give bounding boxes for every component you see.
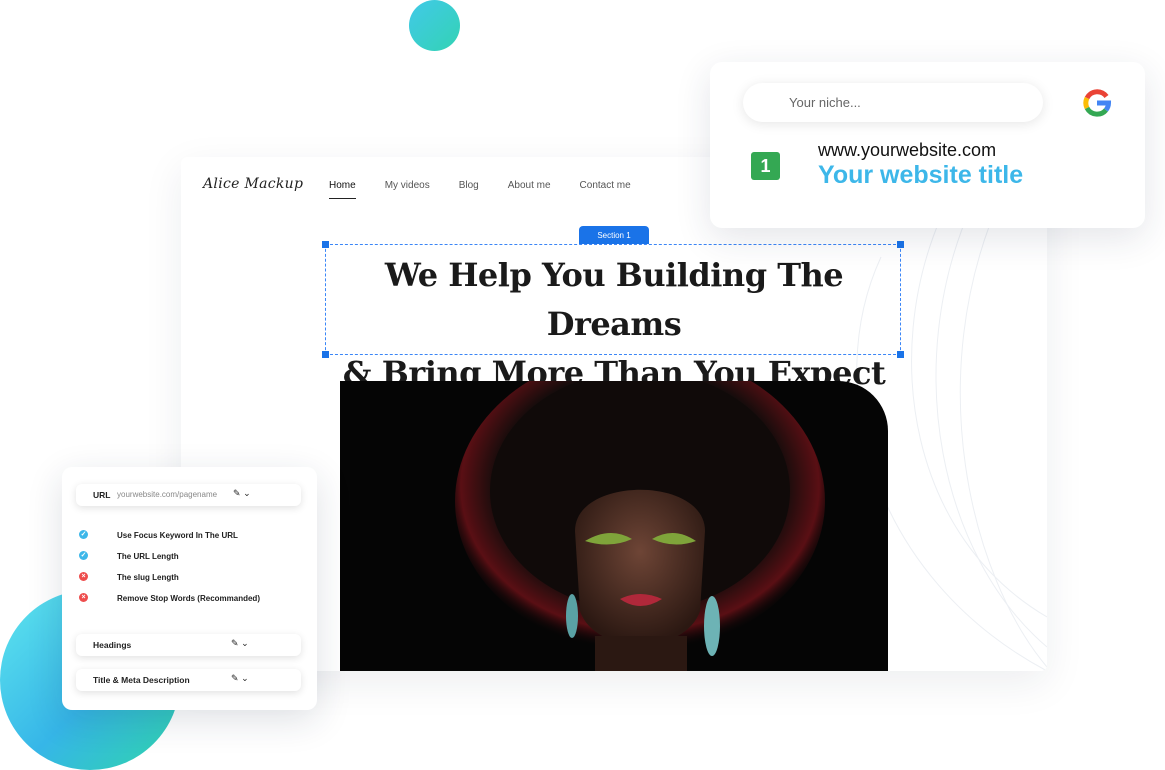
chevron-down-icon[interactable]: ⌄: [241, 673, 249, 683]
headings-field-tools: ✎ ⌄: [231, 638, 249, 649]
resize-handle-top-right[interactable]: [897, 241, 904, 248]
nav-home[interactable]: Home: [329, 180, 356, 199]
site-nav: Home My videos Blog About me Contact me: [329, 180, 631, 199]
seo-checklist-panel: URL yourwebsite.com/pagename ✎ ⌄ ✓ Use F…: [62, 467, 317, 710]
headings-label: Headings: [93, 640, 132, 650]
serp-result-title[interactable]: Your website title: [818, 161, 1023, 190]
serp-search-bar[interactable]: Your niche...: [743, 83, 1043, 122]
hero-portrait-image: [340, 381, 888, 671]
chevron-down-icon[interactable]: ⌄: [243, 488, 251, 498]
meta-description-label: Title & Meta Description: [93, 675, 190, 685]
headline-line-1: We Help You Building The Dreams: [384, 256, 844, 343]
nav-contact-me[interactable]: Contact me: [580, 180, 631, 199]
site-logo[interactable]: Alice Mackup: [203, 176, 303, 192]
nav-my-videos[interactable]: My videos: [385, 180, 430, 199]
meta-field-tools: ✎ ⌄: [231, 673, 249, 684]
resize-handle-top-left[interactable]: [322, 241, 329, 248]
nav-blog[interactable]: Blog: [459, 180, 479, 199]
google-g-icon: [1083, 89, 1112, 117]
url-value: yourwebsite.com/pagename: [117, 490, 218, 499]
serp-preview-card: Your niche... 1 www.yourwebsite.com Your…: [710, 62, 1145, 228]
fail-x-icon: ×: [79, 572, 88, 581]
edit-icon[interactable]: ✎: [231, 673, 239, 683]
headings-field[interactable]: Headings ✎ ⌄: [76, 634, 301, 656]
section-tag[interactable]: Section 1: [579, 226, 649, 244]
fail-x-icon: ×: [79, 593, 88, 602]
chevron-down-icon[interactable]: ⌄: [241, 638, 249, 648]
hero-headline: We Help You Building The Dreams & Bring …: [326, 251, 902, 398]
url-field-tools: ✎ ⌄: [233, 488, 251, 499]
check-label: Use Focus Keyword In The URL: [117, 531, 238, 540]
url-label: URL: [93, 490, 111, 500]
check-label: The slug Length: [117, 573, 179, 582]
selected-headline-box[interactable]: We Help You Building The Dreams & Bring …: [322, 241, 904, 392]
serp-result-url[interactable]: www.yourwebsite.com: [818, 140, 996, 161]
check-label: Remove Stop Words (Recommanded): [117, 594, 260, 603]
nav-about-me[interactable]: About me: [508, 180, 551, 199]
decorative-blob-top: [409, 0, 460, 51]
rank-badge: 1: [751, 152, 780, 180]
check-label: The URL Length: [117, 552, 179, 561]
edit-icon[interactable]: ✎: [231, 638, 239, 648]
portrait-illustration: [455, 381, 825, 671]
pass-check-icon: ✓: [79, 551, 88, 560]
meta-description-field[interactable]: Title & Meta Description ✎ ⌄: [76, 669, 301, 691]
pass-check-icon: ✓: [79, 530, 88, 539]
url-field[interactable]: URL yourwebsite.com/pagename ✎ ⌄: [76, 484, 301, 506]
edit-icon[interactable]: ✎: [233, 488, 241, 498]
serp-search-placeholder: Your niche...: [789, 95, 861, 110]
